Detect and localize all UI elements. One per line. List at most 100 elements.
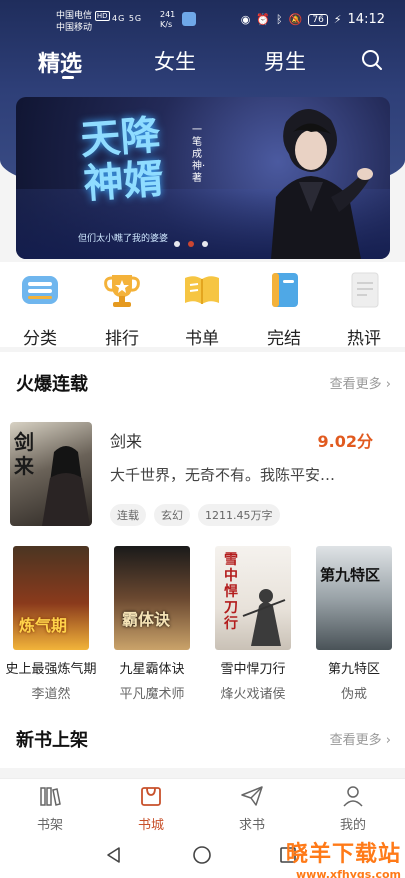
- book-cover: 雪中悍刀行: [215, 546, 291, 650]
- book-author: 烽火戏诸侯: [220, 687, 286, 702]
- carrier-info: 中国电信 HD 中国移动: [56, 10, 110, 34]
- network-speed: 241 K/s: [160, 10, 175, 30]
- tab-female[interactable]: 女生: [154, 46, 196, 76]
- featured-book-cover: 剑来: [10, 422, 92, 526]
- mute-icon: 🔕: [288, 13, 303, 26]
- quick-menu-completed[interactable]: 完结: [254, 270, 314, 349]
- hot-serial-header: 火爆连载 查看更多 ›: [0, 352, 405, 412]
- category-icon: [22, 276, 58, 304]
- banner-pagination: [174, 241, 208, 247]
- view-more-link[interactable]: 查看更多 ›: [330, 729, 391, 748]
- book-card[interactable]: 雪中悍刀行 雪中悍刀行 烽火戏诸侯: [205, 546, 301, 702]
- active-tab-indicator: [62, 76, 74, 79]
- watermark-url: www.xfhygs.com: [296, 868, 401, 878]
- speed-value: 241: [160, 10, 176, 19]
- banner-slogan: 但们太小瞧了我的婆婆: [78, 234, 169, 244]
- banner-dot-active[interactable]: [188, 241, 194, 247]
- tag-genre: 玄幻: [154, 504, 190, 526]
- quick-menu-category[interactable]: 分类: [10, 270, 70, 349]
- nav-profile[interactable]: 我的: [323, 785, 383, 833]
- status-icons: ◉ ⏰ ᛒ 🔕 76 ⚡ 14:12: [241, 12, 385, 27]
- banner-author: 一笔成神·著: [192, 125, 206, 184]
- send-request-icon: [241, 786, 263, 806]
- charging-icon: ⚡: [333, 13, 342, 26]
- book-list-icon: [185, 276, 219, 304]
- banner-dot[interactable]: [202, 241, 208, 247]
- cover-figure-illustration: [42, 446, 90, 526]
- promo-banner[interactable]: 天降神婿 一笔成神·著 但们太小瞧了我的婆婆: [16, 97, 390, 259]
- quick-menu: 分类 排行 书单 完结 热评: [0, 262, 405, 349]
- quick-menu-label: 热评: [347, 329, 381, 349]
- bookstore-icon: [141, 787, 161, 806]
- signal-indicator: 4G 5G: [112, 14, 143, 23]
- speed-unit: K/s: [160, 20, 173, 29]
- tab-featured[interactable]: 精选: [38, 46, 82, 78]
- nav-label: 书城: [137, 818, 164, 833]
- nav-bookshelf[interactable]: 书架: [20, 785, 80, 833]
- site-watermark: 晓羊下载站 www.xfhygs.com: [286, 836, 401, 878]
- tag-word-count: 1211.45万字: [198, 504, 280, 526]
- quick-menu-label: 完结: [267, 329, 301, 349]
- cover-title: 炼气期: [19, 616, 68, 635]
- book-cover: 霸体诀: [114, 546, 190, 650]
- nav-bookstore[interactable]: 书城: [121, 785, 181, 833]
- status-bar: 中国电信 HD 中国移动 4G 5G 241 K/s ◉ ⏰ ᛒ 🔕 76 ⚡ …: [0, 0, 405, 42]
- banner-character-illustration: [271, 108, 373, 259]
- quick-menu-ranking[interactable]: 排行: [92, 270, 152, 349]
- cover-title: 第九特区: [320, 566, 381, 584]
- bottom-nav: 书架 书城 求书 我的: [0, 778, 405, 833]
- app-notification-icon: [182, 12, 196, 26]
- book-card[interactable]: 炼气期 史上最强炼气期 李道然: [3, 546, 99, 702]
- section-title: 火爆连载: [16, 374, 88, 395]
- book-title: 雪中悍刀行: [220, 662, 286, 677]
- book-author: 平凡魔术师: [119, 687, 185, 702]
- nav-request[interactable]: 求书: [222, 785, 282, 833]
- hot-review-icon: [351, 272, 379, 308]
- featured-book-score: 9.02分: [317, 432, 373, 451]
- new-books-header: 新书上架 查看更多 ›: [0, 708, 405, 768]
- carrier-1: 中国电信: [56, 11, 93, 21]
- book-card[interactable]: 霸体诀 九星霸体诀 平凡魔术师: [104, 546, 200, 702]
- hd-badge: HD: [94, 11, 110, 21]
- quick-menu-label: 排行: [105, 329, 139, 349]
- top-nav: 精选 女生 男生: [0, 42, 405, 82]
- nav-label: 求书: [238, 818, 265, 833]
- book-cover: 炼气期: [13, 546, 89, 650]
- book-card[interactable]: 第九特区 第九特区 伪戒: [306, 546, 402, 702]
- watermark-name: 晓羊下载站: [285, 842, 401, 867]
- cover-title: 霸体诀: [122, 610, 171, 629]
- view-more-link[interactable]: 查看更多 ›: [330, 373, 391, 392]
- book-title: 九星霸体诀: [119, 662, 185, 677]
- featured-book-description: 大千世界，无奇不有。我陈平安…: [110, 466, 336, 484]
- eye-icon: ◉: [240, 13, 251, 26]
- banner-dot[interactable]: [174, 241, 180, 247]
- back-icon[interactable]: [104, 845, 124, 865]
- cover-title: 雪中悍刀行: [224, 552, 238, 632]
- bookshelf-icon: [40, 787, 61, 806]
- tag-status: 连载: [110, 504, 146, 526]
- quick-menu-label: 书单: [185, 329, 219, 349]
- quick-menu-hot-reviews[interactable]: 热评: [334, 270, 394, 349]
- section-title: 新书上架: [16, 730, 88, 751]
- book-title: 史上最强炼气期: [5, 662, 97, 677]
- quick-menu-label: 分类: [23, 329, 57, 349]
- book-author: 伪戒: [340, 687, 367, 702]
- book-grid: 炼气期 史上最强炼气期 李道然 霸体诀 九星霸体诀 平凡魔术师 雪中悍刀行 雪中…: [0, 538, 405, 708]
- nav-label: 我的: [339, 818, 366, 833]
- home-icon[interactable]: [192, 845, 212, 865]
- cover-title: 剑来: [14, 430, 34, 478]
- quick-menu-booklist[interactable]: 书单: [172, 270, 232, 349]
- tab-male[interactable]: 男生: [264, 46, 306, 76]
- alarm-icon: ⏰: [256, 13, 271, 26]
- banner-title: 天降神婿: [78, 111, 166, 208]
- bluetooth-icon: ᛒ: [276, 13, 283, 26]
- clock: 14:12: [347, 12, 385, 27]
- carrier-2: 中国移动: [56, 23, 93, 33]
- trophy-icon: [104, 275, 140, 307]
- battery-indicator: 76: [308, 13, 328, 26]
- featured-book-card[interactable]: 剑来 剑来 9.02分 大千世界，无奇不有。我陈平安… 连载 玄幻 1211.4…: [0, 412, 405, 538]
- featured-book-tags: 连载 玄幻 1211.45万字: [110, 504, 280, 526]
- profile-icon: [343, 786, 363, 807]
- cover-figure-illustration: [242, 589, 286, 646]
- search-icon[interactable]: [360, 48, 384, 72]
